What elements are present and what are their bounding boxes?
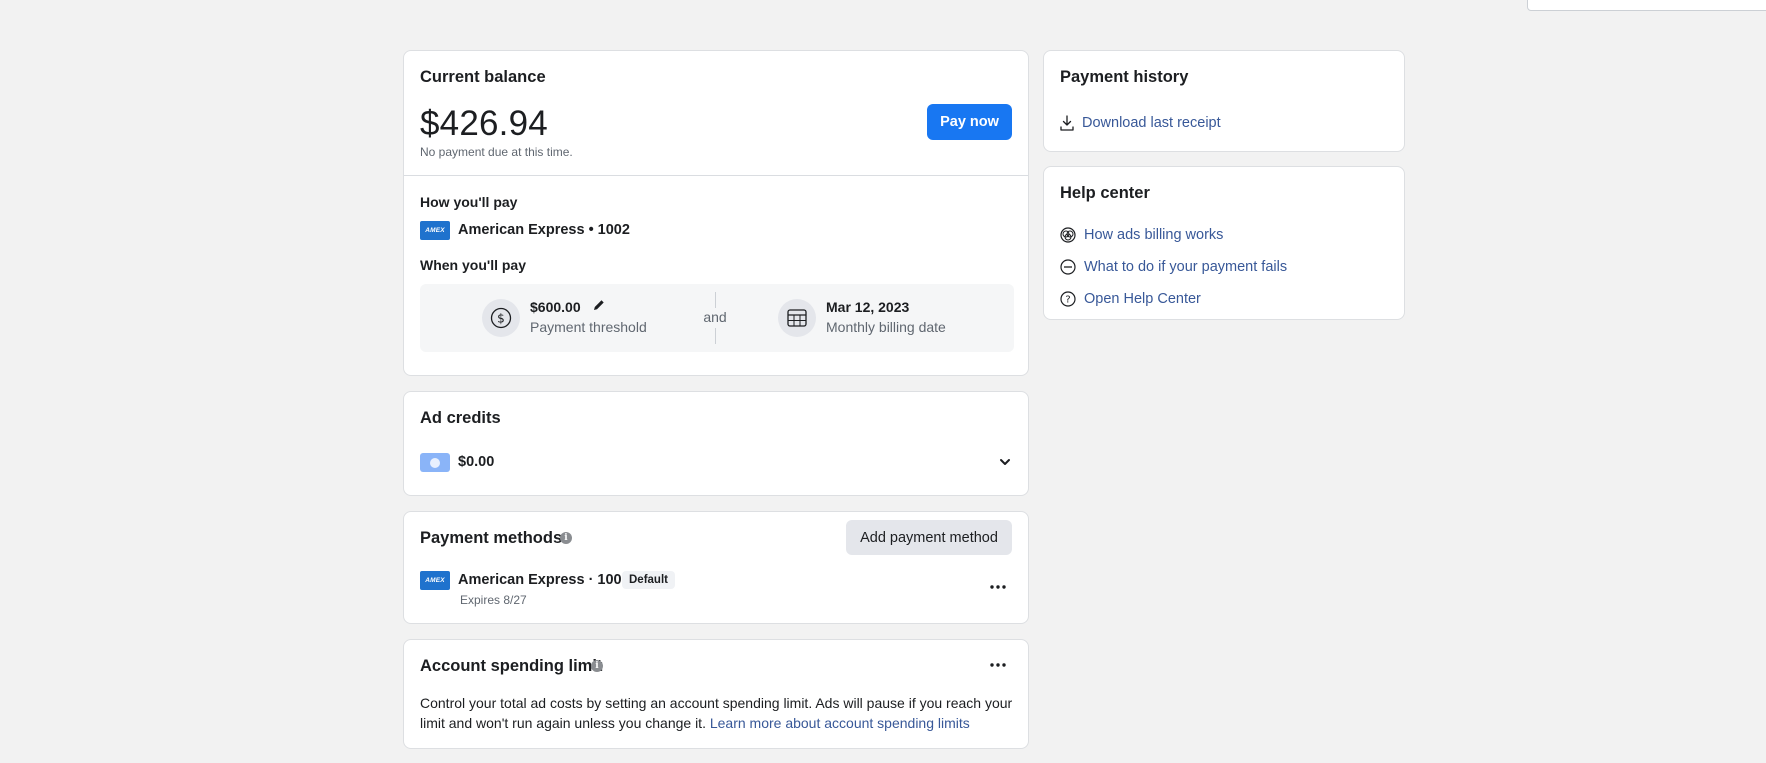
svg-text:$: $	[497, 312, 505, 326]
info-icon[interactable]: i	[560, 532, 572, 544]
current-balance-title: Current balance	[420, 68, 546, 86]
more-options-button[interactable]	[984, 577, 1012, 597]
help-link-label: How ads billing works	[1084, 227, 1224, 243]
spending-limit-description: Control your total ad costs by setting a…	[420, 693, 1014, 733]
info-icon[interactable]: i	[591, 660, 603, 672]
ad-credits-card[interactable]: Ad credits $0.00	[403, 391, 1029, 496]
download-icon	[1060, 115, 1074, 131]
svg-text:?: ?	[1065, 295, 1070, 306]
calendar-icon	[778, 299, 816, 337]
question-circle-icon: ?	[1060, 291, 1076, 307]
help-link-billing-works[interactable]: How ads billing works	[1060, 227, 1223, 243]
section-divider	[404, 175, 1028, 176]
spending-limit-title: Account spending limit	[420, 657, 603, 675]
payment-methods-title: Payment methods	[420, 529, 563, 547]
payment-schedule-box: $ $600.00 Payment threshold and Mar 12, …	[420, 284, 1014, 352]
when-you-pay-title: When you'll pay	[420, 257, 527, 273]
payment-method-label: American Express · 1002	[458, 572, 630, 588]
threshold-value: $600.00	[530, 299, 581, 315]
help-link-label: Open Help Center	[1084, 291, 1201, 307]
ad-credit-icon	[420, 453, 450, 472]
how-you-pay-title: How you'll pay	[420, 194, 518, 210]
ad-credits-amount: $0.00	[458, 454, 495, 470]
amex-card-icon: AMEX	[420, 221, 450, 240]
and-text: and	[703, 309, 727, 325]
more-options-button[interactable]	[984, 655, 1012, 675]
payment-history-card: Payment history Download last receipt	[1043, 50, 1405, 152]
current-balance-card: Current balance $426.94 No payment due a…	[403, 50, 1029, 376]
payment-card-label: American Express • 1002	[458, 222, 630, 238]
download-receipt-link[interactable]: Download last receipt	[1060, 115, 1221, 131]
payment-methods-card: Payment methods i Add payment method AME…	[403, 511, 1029, 624]
download-receipt-label: Download last receipt	[1082, 115, 1221, 131]
due-status-text: No payment due at this time.	[420, 145, 573, 159]
learn-more-spending-limits-link[interactable]: Learn more about account spending limits	[710, 715, 970, 731]
minus-circle-icon	[1060, 259, 1076, 275]
billing-date-value: Mar 12, 2023	[826, 299, 910, 315]
add-payment-method-button[interactable]: Add payment method	[846, 520, 1012, 555]
help-center-card: Help center How ads billing works What t…	[1043, 166, 1405, 320]
help-center-title: Help center	[1060, 184, 1150, 202]
billing-date-label: Monthly billing date	[826, 319, 946, 335]
card-expiry-text: Expires 8/27	[460, 593, 527, 607]
help-link-payment-fails[interactable]: What to do if your payment fails	[1060, 259, 1287, 275]
default-badge: Default	[622, 571, 675, 589]
help-link-label: What to do if your payment fails	[1084, 259, 1288, 275]
dollar-icon: $	[482, 299, 520, 337]
chevron-down-icon[interactable]	[998, 455, 1012, 474]
payment-history-title: Payment history	[1060, 68, 1189, 86]
help-link-open-help-center[interactable]: ? Open Help Center	[1060, 291, 1201, 307]
pay-now-button[interactable]: Pay now	[927, 104, 1012, 140]
billing-circles-icon	[1060, 227, 1076, 243]
ad-credits-title: Ad credits	[420, 409, 501, 427]
account-spending-limit-card: Account spending limit i Control your to…	[403, 639, 1029, 749]
top-dropdown[interactable]	[1527, 0, 1766, 11]
threshold-label: Payment threshold	[530, 319, 647, 335]
balance-amount: $426.94	[420, 104, 548, 143]
amex-card-icon: AMEX	[420, 571, 450, 590]
edit-pencil-icon[interactable]	[592, 298, 606, 317]
